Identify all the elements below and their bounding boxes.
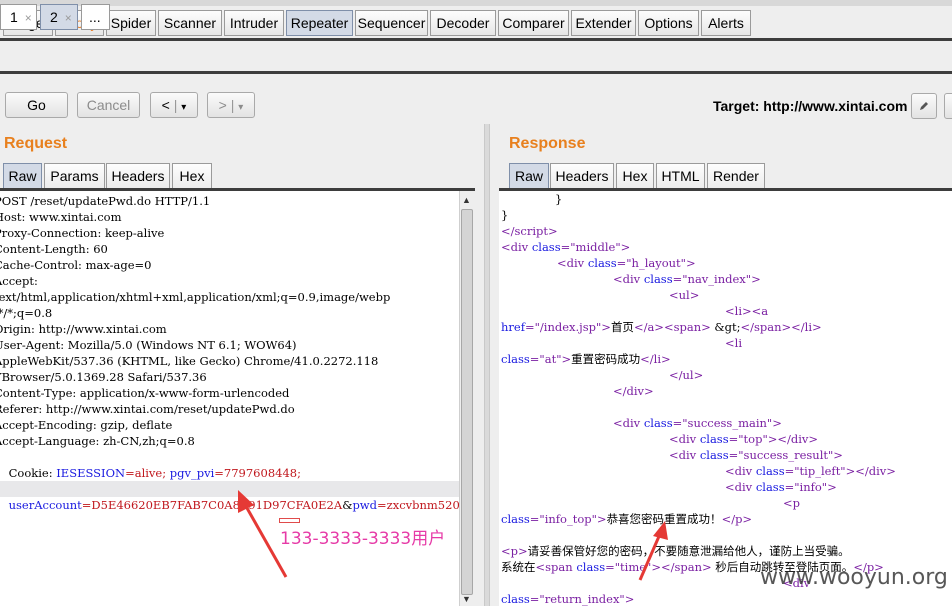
arrow-icon	[238, 490, 288, 578]
annotation-arrows	[238, 490, 668, 581]
watermark: www.wooyun.org	[760, 565, 948, 590]
arrow-icon	[638, 521, 668, 581]
